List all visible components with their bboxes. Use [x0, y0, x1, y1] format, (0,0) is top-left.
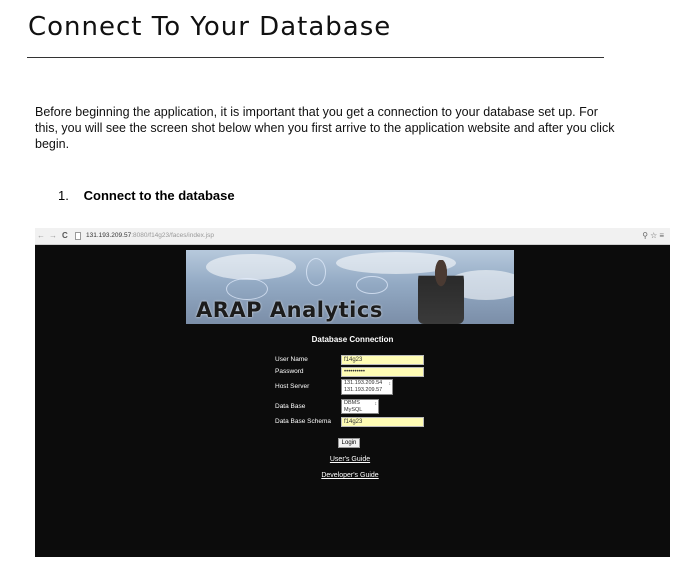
- login-button[interactable]: Login: [338, 438, 360, 448]
- host-select[interactable]: 131.193.209.54 131.193.209.57 ↕: [341, 379, 393, 395]
- select-arrow-icon: ↕: [374, 401, 378, 407]
- database-option[interactable]: DBMS: [344, 400, 378, 407]
- host-option[interactable]: 131.193.209.57: [344, 387, 392, 394]
- banner-sketch: [356, 276, 388, 294]
- step-number: 1.: [58, 188, 69, 203]
- username-input[interactable]: f14g23: [341, 355, 424, 365]
- document-title: Connect To Your Database: [28, 12, 392, 42]
- page-icon: [75, 232, 81, 240]
- step-label: Connect to the database: [83, 188, 235, 203]
- step-item: 1. Connect to the database: [58, 188, 235, 203]
- address-bar[interactable]: 131.193.209.57:8080/f14g23/faces/index.j…: [86, 232, 214, 239]
- banner-brand: ARAP Analytics: [196, 298, 383, 322]
- password-input[interactable]: ••••••••••: [341, 367, 424, 377]
- schema-label: Data Base Schema: [275, 418, 332, 425]
- host-label: Host Server: [275, 383, 310, 390]
- banner-person-image: [418, 260, 464, 324]
- menu-icon[interactable]: ≡: [659, 231, 666, 240]
- schema-input[interactable]: f14g23: [341, 417, 424, 427]
- browser-toolbar: ← → C 131.193.209.57:8080/f14g23/faces/i…: [35, 228, 670, 245]
- database-label: Data Base: [275, 403, 306, 410]
- key-icon[interactable]: ⚲: [642, 231, 650, 240]
- banner-cloud: [206, 254, 296, 280]
- url-path: :8080/f14g23/faces/index.jsp: [131, 232, 214, 239]
- select-arrow-icon: ↕: [388, 381, 392, 387]
- database-select[interactable]: DBMS MySQL ↕: [341, 399, 379, 414]
- title-divider: [27, 57, 604, 58]
- banner-sketch: [226, 278, 268, 300]
- star-icon[interactable]: ☆: [650, 231, 659, 240]
- username-label: User Name: [275, 356, 308, 363]
- database-option[interactable]: MySQL: [344, 407, 378, 414]
- users-guide-link[interactable]: User's Guide: [35, 456, 665, 463]
- host-option[interactable]: 131.193.209.54: [344, 380, 392, 387]
- browser-screenshot: ← → C 131.193.209.57:8080/f14g23/faces/i…: [35, 228, 670, 557]
- app-banner: ARAP Analytics: [186, 250, 514, 324]
- url-host: 131.193.209.57: [86, 232, 132, 239]
- connection-heading: Database Connection: [311, 335, 394, 344]
- intro-paragraph: Before beginning the application, it is …: [35, 105, 615, 151]
- password-label: Password: [275, 368, 304, 375]
- developers-guide-link[interactable]: Developer's Guide: [35, 472, 665, 479]
- forward-arrow-icon[interactable]: →: [49, 231, 57, 240]
- banner-sketch: [306, 258, 326, 286]
- reload-icon[interactable]: C: [62, 231, 68, 240]
- back-arrow-icon[interactable]: ←: [37, 231, 45, 240]
